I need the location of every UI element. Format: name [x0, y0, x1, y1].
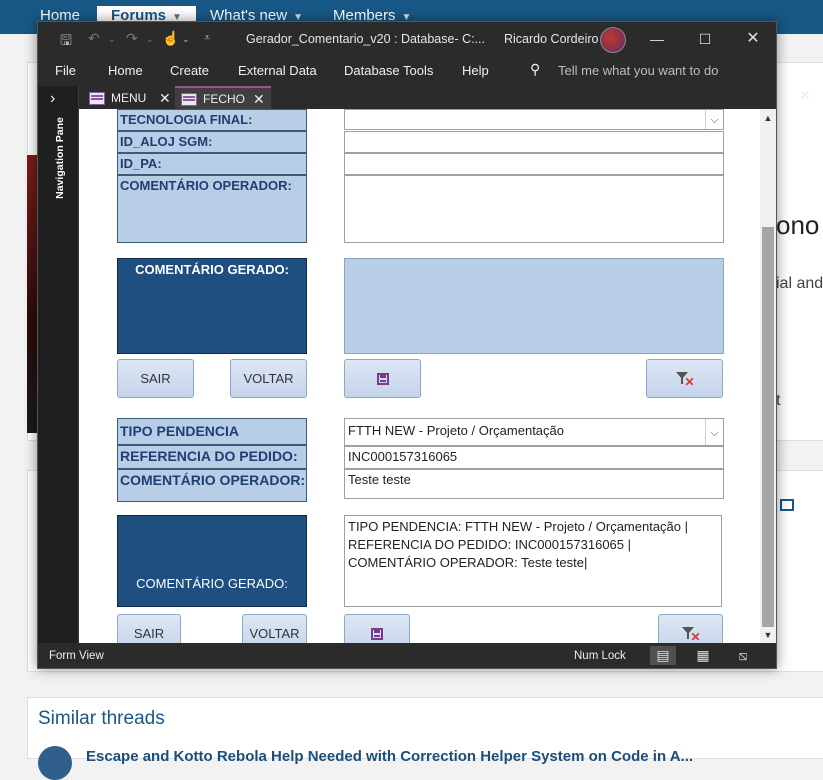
layout-view-icon[interactable]: ▦ [690, 646, 716, 665]
chevron-down-icon[interactable]: ⌄ [182, 34, 190, 45]
title-bar: 🖫 ↶ ⌄ ↷ ⌄ ☝ ⌄ ⩡ Gerador_Comentario_v20 :… [38, 22, 776, 56]
menu-external-data[interactable]: External Data [238, 63, 317, 78]
tipo-pendencia-value: FTTH NEW - Projeto / Orçamentação [348, 423, 564, 438]
redo-icon[interactable]: ↷ [126, 30, 138, 47]
chevron-down-icon[interactable]: ⌄ [108, 34, 116, 45]
scroll-up-icon[interactable]: ▲ [762, 112, 774, 124]
sair-button-2[interactable]: SAIR [117, 614, 181, 643]
label-tipo-pendencia: TIPO PENDENCIA [117, 418, 307, 445]
comentario-gerado-label: COMENTÁRIO GERADO: [117, 258, 307, 354]
tecnologia-final-select[interactable]: ⌵ [344, 109, 724, 130]
tab-menu-label: MENU [111, 91, 147, 105]
menu-help[interactable]: Help [462, 63, 489, 78]
save-button[interactable] [344, 359, 421, 398]
access-window: 🖫 ↶ ⌄ ↷ ⌄ ☝ ⌄ ⩡ Gerador_Comentario_v20 :… [37, 21, 811, 669]
window-title: Gerador_Comentario_v20 : Database- C:... [246, 32, 486, 46]
form-icon [89, 92, 105, 105]
view-mode-label: Form View [49, 650, 104, 662]
comentario-gerado-label-2: COMENTÁRIO GERADO: [117, 515, 307, 607]
tab-menu[interactable]: MENU ✕ [83, 87, 173, 109]
scrollbar-thumb[interactable] [762, 227, 774, 627]
voltar-button[interactable]: VOLTAR [230, 359, 307, 398]
avatar[interactable] [38, 746, 72, 780]
label-referencia-pedido: REFERENCIA DO PEDIDO: [117, 445, 307, 469]
chevron-down-icon[interactable]: ⌄ [146, 34, 154, 45]
tab-fecho[interactable]: FECHO ✕ [175, 86, 271, 110]
comentario-gerado-output-2[interactable]: TIPO PENDENCIA: FTTH NEW - Projeto / Orç… [344, 515, 722, 607]
document-tabs: MENU ✕ FECHO ✕ ✕ [79, 86, 811, 110]
label-id-aloj-sgm: ID_ALOJ SGM: [117, 131, 307, 153]
voltar-button-2[interactable]: VOLTAR [242, 614, 307, 643]
close-icon[interactable]: ✕ [159, 87, 171, 109]
label-id-pa: ID_PA: [117, 153, 307, 175]
menu-database-tools[interactable]: Database Tools [344, 63, 433, 78]
id-aloj-sgm-input[interactable] [344, 131, 724, 153]
label-comentario-operador: COMENTÁRIO OPERADOR: [117, 175, 307, 243]
forum-text-fragment: ial and [776, 275, 823, 292]
chevron-right-icon[interactable]: › [50, 90, 55, 108]
comentario-operador-input-2[interactable]: Teste teste [344, 469, 724, 499]
navigation-pane[interactable]: › Navigation Pane [38, 86, 79, 643]
avatar[interactable] [600, 27, 626, 53]
tipo-pendencia-select[interactable]: FTTH NEW - Projeto / Orçamentação ⌵ [344, 418, 724, 446]
navigation-pane-label: Navigation Pane [54, 117, 66, 199]
thread-link[interactable]: Escape and Kotto Rebola Help Needed with… [86, 748, 693, 765]
num-lock-indicator: Num Lock [574, 650, 626, 662]
close-icon[interactable]: ✕ [253, 88, 265, 110]
close-icon[interactable]: ✕ [738, 26, 768, 52]
tab-fecho-label: FECHO [203, 92, 245, 106]
similar-threads-title: Similar threads [38, 708, 165, 729]
search-icon: ⚲ [530, 61, 541, 77]
touch-mode-icon[interactable]: ☝ [162, 30, 179, 47]
close-document-icon[interactable]: ✕ [799, 87, 811, 104]
form-icon [181, 93, 197, 106]
menu-create[interactable]: Create [170, 63, 209, 78]
similar-threads-panel: Similar threads Escape and Kotto Rebola … [27, 697, 823, 780]
maximize-icon[interactable]: ☐ [690, 26, 720, 52]
ribbon-menu: File Home Create External Data Database … [38, 56, 776, 86]
table-icon[interactable] [780, 499, 794, 511]
menu-home[interactable]: Home [108, 63, 143, 78]
save-icon [376, 372, 389, 385]
label-tecnologia-final: TECNOLOGIA FINAL: [117, 109, 307, 131]
save-icon [371, 627, 383, 640]
vertical-scrollbar[interactable]: ▲ ▼ [760, 109, 776, 643]
clear-filter-icon: ✕ [681, 626, 701, 643]
design-view-icon[interactable]: ⧅ [730, 646, 756, 665]
minimize-icon[interactable]: — [642, 26, 672, 52]
status-bar: Form View Num Lock ▤ ▦ ⧅ [38, 643, 776, 668]
referencia-pedido-input[interactable]: INC000157316065 [344, 446, 724, 469]
chevron-down-icon[interactable]: ⌵ [705, 419, 723, 445]
sair-button[interactable]: SAIR [117, 359, 194, 398]
form-view-icon[interactable]: ▤ [650, 646, 676, 665]
customize-toolbar-icon[interactable]: ⩡ [204, 32, 210, 45]
scroll-down-icon[interactable]: ▼ [762, 629, 774, 641]
tell-me-input[interactable]: Tell me what you want to do [558, 63, 718, 78]
comentario-gerado-output[interactable] [344, 258, 724, 354]
clear-filter-button-2[interactable]: ✕ [658, 614, 723, 643]
save-button-2[interactable] [344, 614, 410, 643]
comentario-operador-input[interactable] [344, 175, 724, 243]
chevron-down-icon[interactable]: ⌵ [705, 110, 723, 129]
undo-icon[interactable]: ↶ [88, 30, 100, 47]
label-comentario-operador-2: COMENTÁRIO OPERADOR: [117, 469, 307, 502]
user-name[interactable]: Ricardo Cordeiro [504, 32, 598, 46]
clear-filter-button[interactable]: ✕ [646, 359, 723, 398]
clear-filter-icon: ✕ [675, 371, 695, 388]
form-fecho: TECNOLOGIA FINAL: ID_ALOJ SGM: ID_PA: CO… [79, 109, 760, 643]
forum-heading-fragment: ono [776, 210, 820, 240]
id-pa-input[interactable] [344, 153, 724, 175]
save-icon[interactable]: 🖫 [60, 30, 72, 54]
menu-file[interactable]: File [55, 63, 76, 78]
